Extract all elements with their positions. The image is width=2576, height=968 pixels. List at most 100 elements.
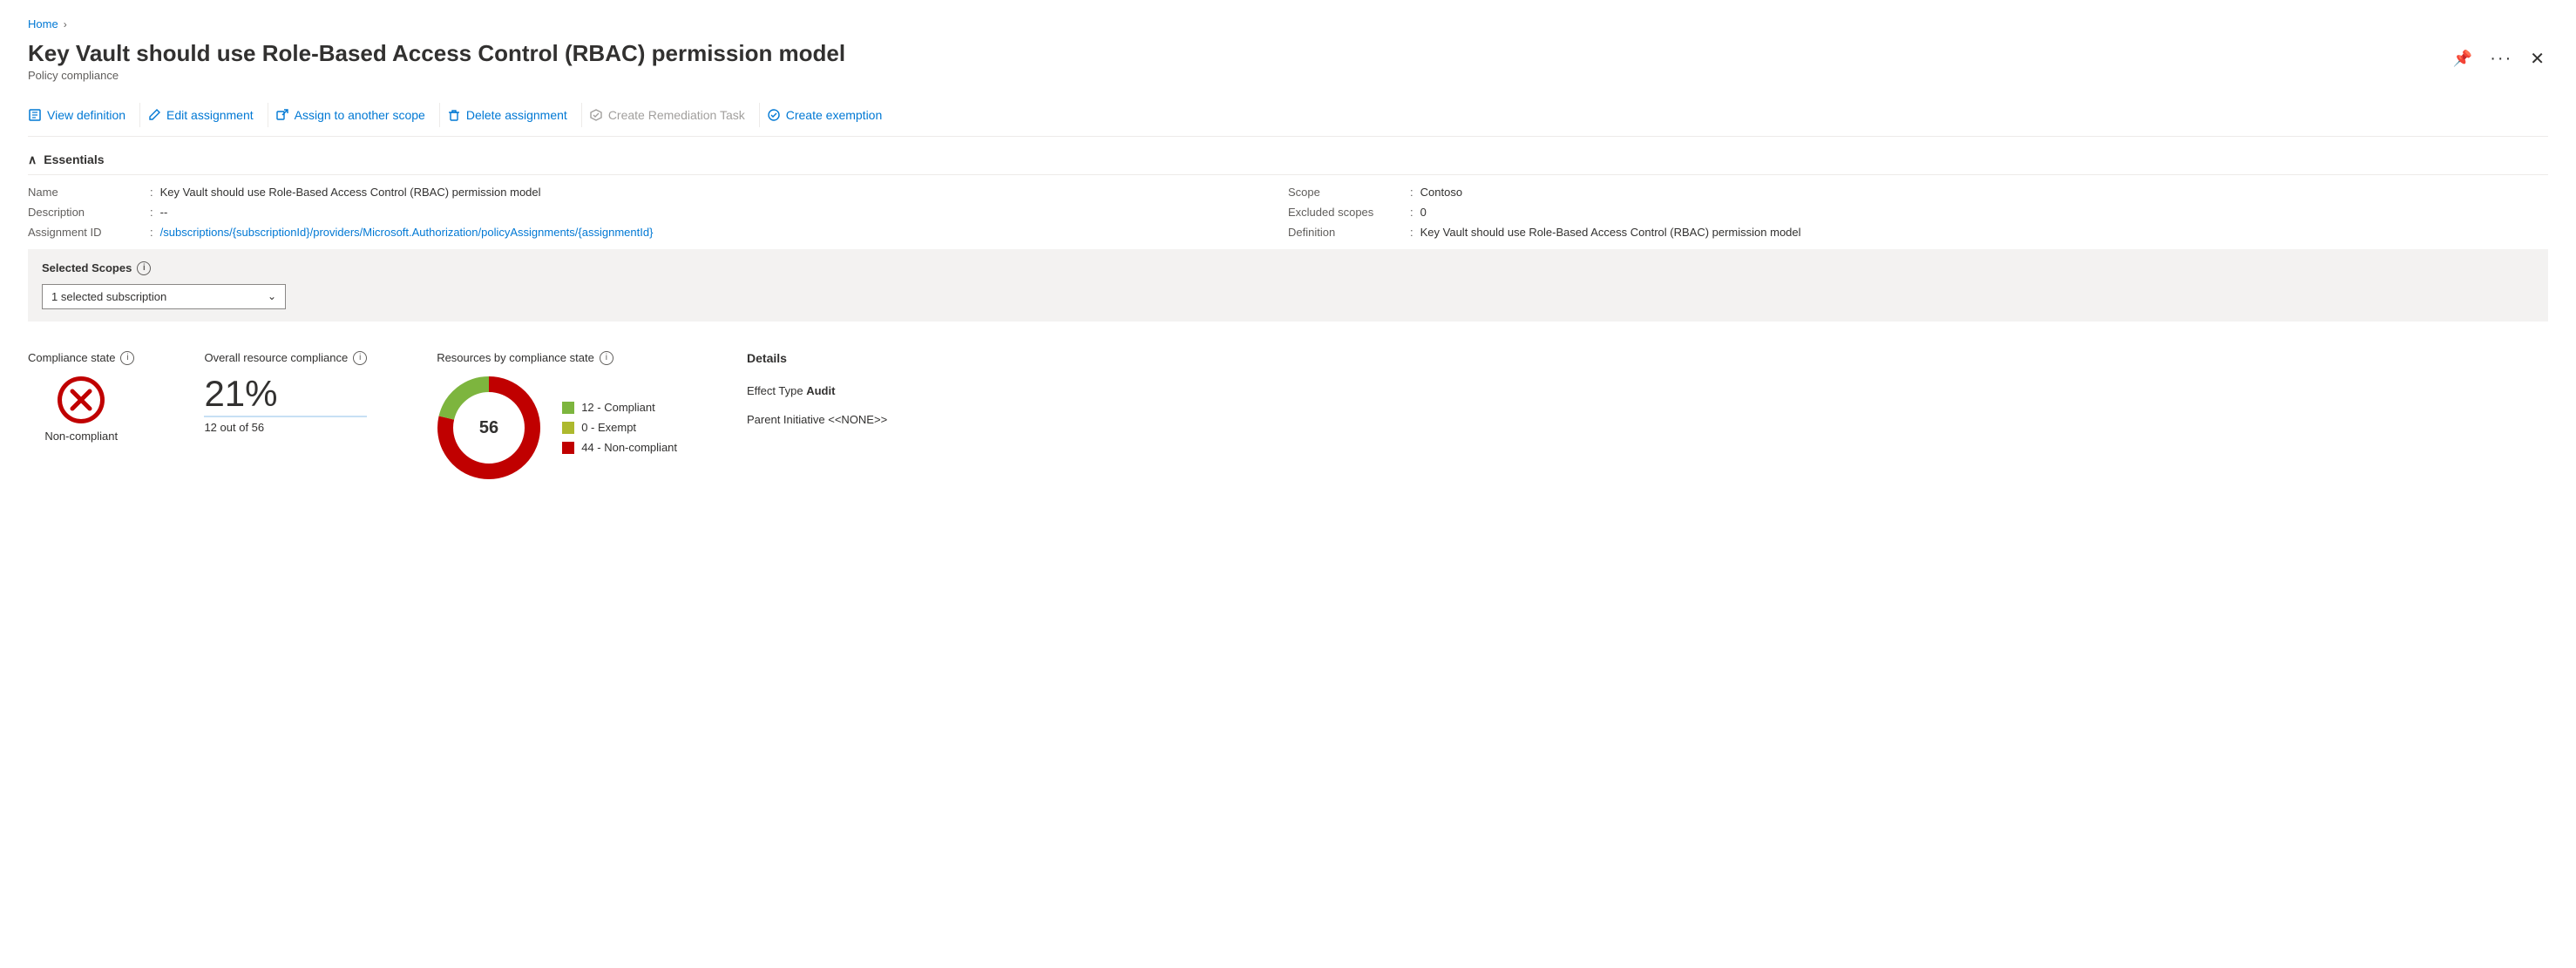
create-remediation-button[interactable]: Create Remediation Task: [582, 103, 760, 127]
parent-initiative-label: Parent Initiative: [747, 413, 828, 426]
view-definition-label: View definition: [47, 108, 125, 122]
essentials-assignment-id-row: Assignment ID : /subscriptions/{subscrip…: [28, 226, 1288, 239]
non-compliant-icon: [57, 376, 105, 424]
create-remediation-label: Create Remediation Task: [608, 108, 745, 122]
details-effect-type-row: Effect Type Audit: [747, 384, 887, 397]
edit-assignment-button[interactable]: Edit assignment: [140, 103, 268, 127]
non-compliant-swatch: [562, 442, 574, 454]
name-label: Name: [28, 186, 150, 199]
resources-by-state-block: Resources by compliance state i: [437, 351, 677, 480]
scope-dropdown-value: 1 selected subscription: [51, 290, 166, 303]
compliant-swatch: [562, 402, 574, 414]
edit-icon: [147, 108, 161, 122]
essentials-section: ∧ Essentials Name : Key Vault should use…: [28, 146, 2548, 249]
details-parent-initiative-row: Parent Initiative <<NONE>>: [747, 413, 887, 426]
description-value: --: [160, 206, 168, 219]
create-exemption-button[interactable]: Create exemption: [760, 103, 897, 127]
more-icon: ···: [2490, 49, 2512, 69]
selected-scopes-bar: Selected Scopes i 1 selected subscriptio…: [28, 249, 2548, 322]
essentials-description-row: Description : --: [28, 206, 1288, 219]
donut-legend: 12 - Compliant 0 - Exempt 44 - Non-compl…: [562, 401, 677, 454]
donut-section: 56 12 - Compliant 0 - Exempt 44 - Non-co…: [437, 376, 677, 480]
donut-chart: 56: [437, 376, 541, 480]
assignment-id-label: Assignment ID: [28, 226, 150, 239]
excluded-scopes-label: Excluded scopes: [1288, 206, 1410, 219]
assign-scope-icon: [275, 108, 289, 122]
resources-by-state-title: Resources by compliance state i: [437, 351, 677, 365]
selected-scopes-label-row: Selected Scopes i: [42, 261, 2534, 275]
essentials-left-col: Name : Key Vault should use Role-Based A…: [28, 186, 1288, 239]
essentials-grid: Name : Key Vault should use Role-Based A…: [28, 186, 2548, 249]
compliance-state-title: Compliance state i: [28, 351, 134, 365]
compliant-label: 12 - Compliant: [581, 401, 655, 414]
non-compliant-label: 44 - Non-compliant: [581, 441, 677, 454]
close-icon: ✕: [2530, 48, 2545, 70]
selected-scopes-info-icon[interactable]: i: [137, 261, 151, 275]
overall-compliance-percent: 21% 12 out of 56: [204, 376, 367, 434]
breadcrumb-separator: ›: [64, 18, 67, 30]
exempt-label: 0 - Exempt: [581, 421, 636, 434]
delete-assignment-label: Delete assignment: [466, 108, 567, 122]
scope-dropdown[interactable]: 1 selected subscription ⌄: [42, 284, 286, 309]
description-label: Description: [28, 206, 150, 219]
definition-label: Definition: [1288, 226, 1410, 239]
view-definition-button[interactable]: View definition: [28, 103, 140, 127]
assign-scope-button[interactable]: Assign to another scope: [268, 103, 440, 127]
compliance-state-wrapper: Non-compliant: [28, 376, 134, 443]
breadcrumb: Home ›: [28, 17, 2548, 30]
scope-label: Scope: [1288, 186, 1410, 199]
overall-compliance-title: Overall resource compliance i: [204, 351, 367, 365]
scope-dropdown-chevron-icon: ⌄: [268, 290, 276, 302]
scope-value: Contoso: [1420, 186, 1462, 199]
essentials-title: Essentials: [44, 152, 104, 166]
essentials-scope-row: Scope : Contoso: [1288, 186, 2548, 199]
exemption-icon: [767, 108, 781, 122]
details-title: Details: [747, 351, 887, 365]
overall-compliance-info-icon[interactable]: i: [353, 351, 367, 365]
metrics-section: Compliance state i Non-compliant Overall…: [28, 342, 2548, 489]
header-actions: 📌 ··· ✕: [2450, 44, 2548, 73]
create-exemption-label: Create exemption: [786, 108, 883, 122]
more-button[interactable]: ···: [2486, 45, 2516, 72]
legend-compliant: 12 - Compliant: [562, 401, 677, 414]
page-subtitle: Policy compliance: [28, 69, 2450, 82]
name-value: Key Vault should use Role-Based Access C…: [160, 186, 541, 199]
assignment-id-value[interactable]: /subscriptions/{subscriptionId}/provider…: [160, 226, 654, 239]
toolbar: View definition Edit assignment Assign t…: [28, 98, 2548, 137]
close-button[interactable]: ✕: [2526, 44, 2548, 73]
essentials-definition-row: Definition : Key Vault should use Role-B…: [1288, 226, 2548, 239]
pin-button[interactable]: 📌: [2450, 46, 2476, 71]
exempt-swatch: [562, 422, 574, 434]
compliance-percent-value: 21%: [204, 376, 367, 412]
legend-non-compliant: 44 - Non-compliant: [562, 441, 677, 454]
essentials-name-row: Name : Key Vault should use Role-Based A…: [28, 186, 1288, 199]
definition-value: Key Vault should use Role-Based Access C…: [1420, 226, 1801, 239]
overall-compliance-block: Overall resource compliance i 21% 12 out…: [204, 351, 367, 434]
resources-by-state-info-icon[interactable]: i: [600, 351, 613, 365]
selected-scopes-text: Selected Scopes: [42, 261, 132, 274]
effect-type-value: Audit: [806, 384, 835, 397]
details-block: Details Effect Type Audit Parent Initiat…: [747, 351, 887, 431]
compliance-state-label: Non-compliant: [44, 430, 118, 443]
essentials-excluded-scopes-row: Excluded scopes : 0: [1288, 206, 2548, 219]
essentials-header[interactable]: ∧ Essentials: [28, 146, 2548, 175]
essentials-chevron-icon: ∧: [28, 152, 37, 167]
pin-icon: 📌: [2453, 50, 2472, 68]
page-container: Home › Key Vault should use Role-Based A…: [0, 0, 2576, 506]
compliance-state-info-icon[interactable]: i: [120, 351, 134, 365]
legend-exempt: 0 - Exempt: [562, 421, 677, 434]
page-header: Key Vault should use Role-Based Access C…: [28, 39, 2548, 94]
breadcrumb-home[interactable]: Home: [28, 17, 58, 30]
svg-text:56: 56: [479, 418, 498, 437]
edit-assignment-label: Edit assignment: [166, 108, 254, 122]
compliance-state-block: Compliance state i Non-compliant: [28, 351, 134, 443]
view-definition-icon: [28, 108, 42, 122]
page-title: Key Vault should use Role-Based Access C…: [28, 39, 1248, 69]
compliance-detail: 12 out of 56: [204, 416, 367, 434]
remediation-icon: [589, 108, 603, 122]
excluded-scopes-value: 0: [1420, 206, 1427, 219]
effect-type-label: Effect Type: [747, 384, 806, 397]
delete-assignment-button[interactable]: Delete assignment: [440, 103, 582, 127]
delete-icon: [447, 108, 461, 122]
parent-initiative-value: <<NONE>>: [828, 413, 887, 426]
